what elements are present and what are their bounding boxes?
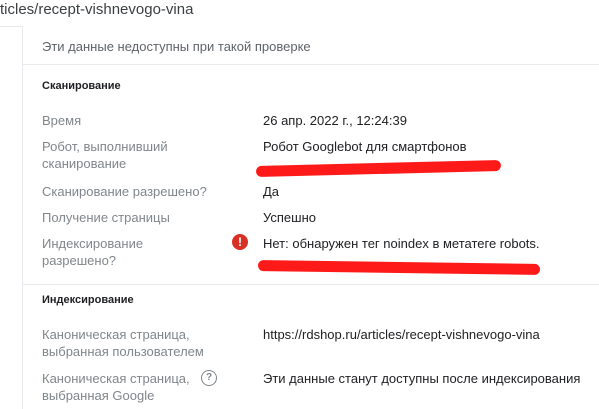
value-google-canonical: Эти данные станут доступны после индекси… bbox=[263, 371, 581, 386]
section-title-indexing: Индексирование bbox=[42, 294, 134, 306]
label-page-fetch: Получение страницы bbox=[42, 210, 170, 225]
help-icon[interactable]: ? bbox=[201, 370, 217, 386]
label-google-canonical: Каноническая страница, выбранная Google bbox=[42, 371, 190, 403]
value-crawl-allowed: Да bbox=[263, 184, 280, 199]
label-user-canonical: Каноническая страница, выбранная пользов… bbox=[42, 327, 204, 359]
address-bar[interactable]: ticles/recept-vishnevogo-vina bbox=[0, 0, 599, 27]
value-crawler: Робот Googlebot для смартфонов bbox=[263, 139, 467, 154]
divider bbox=[23, 284, 599, 285]
label-crawl-allowed: Сканирование разрешено? bbox=[42, 184, 207, 199]
value-crawl-time: 26 апр. 2022 г., 12:24:39 bbox=[263, 113, 407, 128]
section-title-crawl: Сканирование bbox=[42, 80, 121, 92]
error-icon: ! bbox=[232, 234, 248, 250]
url-text[interactable]: ticles/recept-vishnevogo-vina bbox=[0, 1, 193, 18]
divider bbox=[23, 64, 599, 65]
value-user-canonical[interactable]: https://rdshop.ru/articles/recept-vishne… bbox=[263, 326, 540, 343]
label-indexing-allowed: Индексирование разрешено? bbox=[42, 236, 144, 268]
value-indexing-allowed: Нет: обнаружен тег noindex в метатеге ro… bbox=[263, 236, 540, 251]
label-crawler: Робот, выполнивший сканирование bbox=[42, 139, 168, 171]
value-page-fetch: Успешно bbox=[263, 210, 316, 225]
label-crawl-time: Время bbox=[42, 113, 82, 128]
unavailable-notice: Эти данные недоступны при такой проверке bbox=[42, 39, 311, 54]
